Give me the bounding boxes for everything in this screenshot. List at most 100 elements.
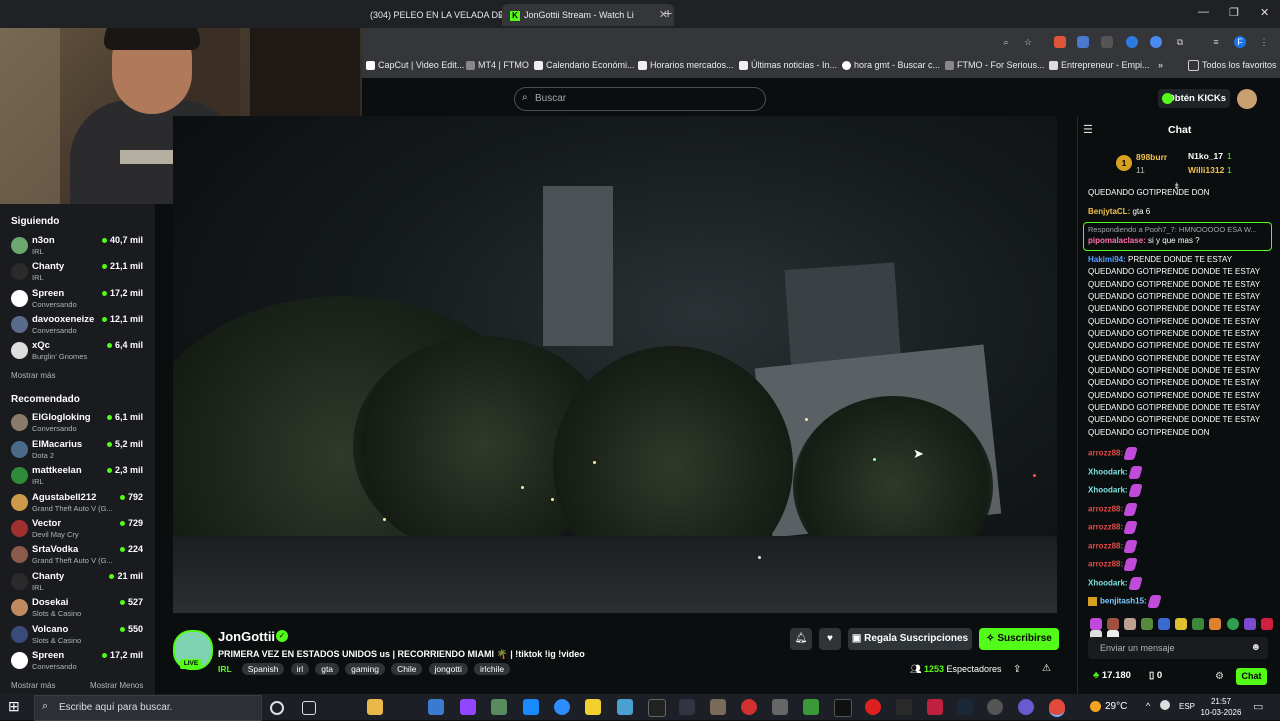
- share-icon[interactable]: ⇪: [1013, 664, 1021, 675]
- sidebar-channel[interactable]: Spreen Conversando 17,2 mil: [0, 288, 155, 314]
- chevron-right-icon[interactable]: »: [1158, 60, 1163, 70]
- sidebar-channel[interactable]: SrtaVodka Grand Theft Auto V (G... 224: [0, 544, 155, 570]
- tag[interactable]: Spanish: [241, 663, 285, 675]
- tag[interactable]: jongotti: [428, 663, 468, 675]
- emote-icon[interactable]: [1090, 618, 1102, 631]
- opera-icon[interactable]: [865, 699, 881, 715]
- app-icon[interactable]: [741, 699, 757, 715]
- emote-icon[interactable]: [1158, 618, 1171, 631]
- show-more-link[interactable]: Mostrar más: [11, 681, 55, 690]
- twitch-icon[interactable]: [460, 699, 476, 715]
- windows-start-icon[interactable]: ⊞: [8, 698, 20, 715]
- chrome-icon[interactable]: [1049, 699, 1065, 717]
- sidebar-channel[interactable]: Spreen Conversando 17,2 mil: [0, 650, 155, 676]
- report-icon[interactable]: ⚠: [1042, 663, 1051, 674]
- emote-icon[interactable]: [1175, 618, 1188, 631]
- bookmark-item-all[interactable]: Todos los favoritos: [1188, 60, 1277, 72]
- translate-icon[interactable]: [1077, 36, 1089, 48]
- bookmark-item[interactable]: CapCut | Video Edit...: [366, 60, 464, 71]
- app-icon[interactable]: [987, 699, 1003, 715]
- language-indicator[interactable]: ESP: [1179, 702, 1195, 711]
- emote-icon[interactable]: [1209, 618, 1222, 631]
- new-tab-icon[interactable]: +: [664, 5, 672, 21]
- tiktok-icon[interactable]: [834, 699, 852, 717]
- puzzle-icon[interactable]: ⧉: [1174, 36, 1186, 48]
- app-icon[interactable]: [491, 699, 507, 715]
- extension-icon[interactable]: [1101, 36, 1113, 48]
- emote-icon[interactable]: [1124, 618, 1137, 631]
- tag[interactable]: gaming: [345, 663, 385, 675]
- bookmark-item[interactable]: hora gmt - Buscar c...: [842, 60, 940, 71]
- tag[interactable]: Chile: [391, 663, 423, 675]
- browser-tab-kick[interactable]: K JonGottii Stream - Watch Li ✕: [502, 4, 674, 26]
- sidebar-channel[interactable]: ElMacarius Dota 2 5,2 mil: [0, 439, 155, 465]
- video-player[interactable]: ➤: [173, 116, 1057, 613]
- kebab-menu-icon[interactable]: ⋮: [1258, 36, 1270, 48]
- user-avatar[interactable]: [1237, 89, 1257, 109]
- star-icon[interactable]: ☆: [1022, 36, 1034, 48]
- emote-icon[interactable]: [1243, 618, 1256, 631]
- emote-icon[interactable]: [1192, 618, 1205, 631]
- minecraft-icon[interactable]: [803, 699, 819, 715]
- sidebar-channel[interactable]: xQc Burglin' Gnomes 6,4 mil: [0, 340, 155, 366]
- close-window-icon[interactable]: ✕: [1260, 6, 1269, 19]
- subs-count[interactable]: ▯ 0: [1149, 670, 1162, 681]
- sidebar-channel[interactable]: mattkeelan IRL 2,3 mil: [0, 465, 155, 491]
- zoom-icon[interactable]: ⌕: [1000, 36, 1012, 48]
- leaderboard-user[interactable]: N1ko_17: [1188, 151, 1223, 161]
- heart-icon[interactable]: ♥: [819, 628, 841, 650]
- collapse-chat-icon[interactable]: ☰: [1083, 123, 1093, 136]
- media-icon[interactable]: ≡: [1210, 36, 1222, 48]
- sidebar-channel[interactable]: n3on IRL 40,7 mil: [0, 235, 155, 261]
- sidebar-channel[interactable]: Vector Devil May Cry 729: [0, 518, 155, 544]
- emote-icon[interactable]: [1260, 618, 1273, 631]
- zoom-icon[interactable]: [554, 699, 570, 715]
- steam-icon[interactable]: [957, 699, 973, 715]
- chat-send-button[interactable]: Chat: [1236, 668, 1267, 685]
- chat-input[interactable]: Enviar un mensaje ☻: [1088, 637, 1268, 659]
- address-bar[interactable]: ⌕ ☆ ⧉ ≡ F ⋮: [362, 28, 1280, 56]
- extension-icon[interactable]: [1126, 36, 1138, 48]
- bookmark-item[interactable]: Horarios mercados...: [638, 60, 734, 71]
- taskbar-search[interactable]: ⌕ Escribe aquí para buscar.: [34, 695, 262, 721]
- category-link[interactable]: IRL: [218, 663, 236, 675]
- search-input[interactable]: ⌕ Buscar: [514, 87, 766, 111]
- capcut-icon[interactable]: [648, 699, 666, 717]
- sticky-notes-icon[interactable]: [585, 699, 601, 715]
- gear-icon[interactable]: ⚙: [1215, 671, 1224, 682]
- subscribe-button[interactable]: ✧ Suscribirse: [979, 628, 1059, 650]
- emote-icon[interactable]: [1141, 618, 1154, 631]
- bell-icon[interactable]: 🔔︎: [790, 628, 812, 650]
- sidebar-channel[interactable]: davooxeneize Conversando 12,1 mil: [0, 314, 155, 340]
- copilot-icon[interactable]: [428, 699, 444, 715]
- app-icon[interactable]: [679, 699, 695, 715]
- bookmark-item[interactable]: FTMO - For Serious...: [945, 60, 1045, 71]
- notification-icon[interactable]: ▭: [1253, 700, 1263, 713]
- kicks-balance[interactable]: ♣ 17.180: [1093, 670, 1131, 681]
- sidebar-channel[interactable]: Dosekai Slots & Casino 527: [0, 597, 155, 623]
- gift-subs-button[interactable]: ▣ Regala Suscripciones: [848, 628, 972, 650]
- sidebar-channel[interactable]: Agustabell212 Grand Theft Auto V (G... 7…: [0, 492, 155, 518]
- task-view-icon[interactable]: [302, 701, 316, 715]
- app-icon[interactable]: [927, 699, 943, 715]
- weather-widget[interactable]: 29°C: [1090, 701, 1127, 712]
- bookmark-item[interactable]: Calendario Económi...: [534, 60, 635, 71]
- tray-chevron-icon[interactable]: ^: [1146, 701, 1150, 711]
- sidebar-channel[interactable]: ElGlogloking Conversando 6,1 mil: [0, 412, 155, 438]
- streamer-name[interactable]: JonGottii: [218, 629, 275, 644]
- sidebar-channel[interactable]: Chanty IRL 21 mil: [0, 571, 155, 597]
- sidebar-channel[interactable]: Volcano Slots & Casino 550: [0, 624, 155, 650]
- minimize-icon[interactable]: —: [1198, 6, 1209, 18]
- bookmark-item[interactable]: MT4 | FTMO: [466, 60, 529, 71]
- app-icon[interactable]: [896, 699, 912, 715]
- show-more-link[interactable]: Mostrar más: [11, 371, 55, 380]
- tag[interactable]: irlchile: [473, 663, 511, 675]
- get-kicks-button[interactable]: Obtén KICKs: [1158, 89, 1230, 108]
- bookmark-item[interactable]: Últimas noticias - In...: [739, 60, 837, 71]
- extension-icon[interactable]: [1150, 36, 1162, 48]
- emoji-icon[interactable]: ☻: [1250, 642, 1261, 653]
- profile-icon[interactable]: F: [1234, 36, 1246, 48]
- tag[interactable]: gta: [315, 663, 340, 675]
- leaderboard-user[interactable]: 898burr: [1136, 152, 1167, 162]
- taskbar-clock[interactable]: 21:57 10-03-2026: [1200, 696, 1242, 718]
